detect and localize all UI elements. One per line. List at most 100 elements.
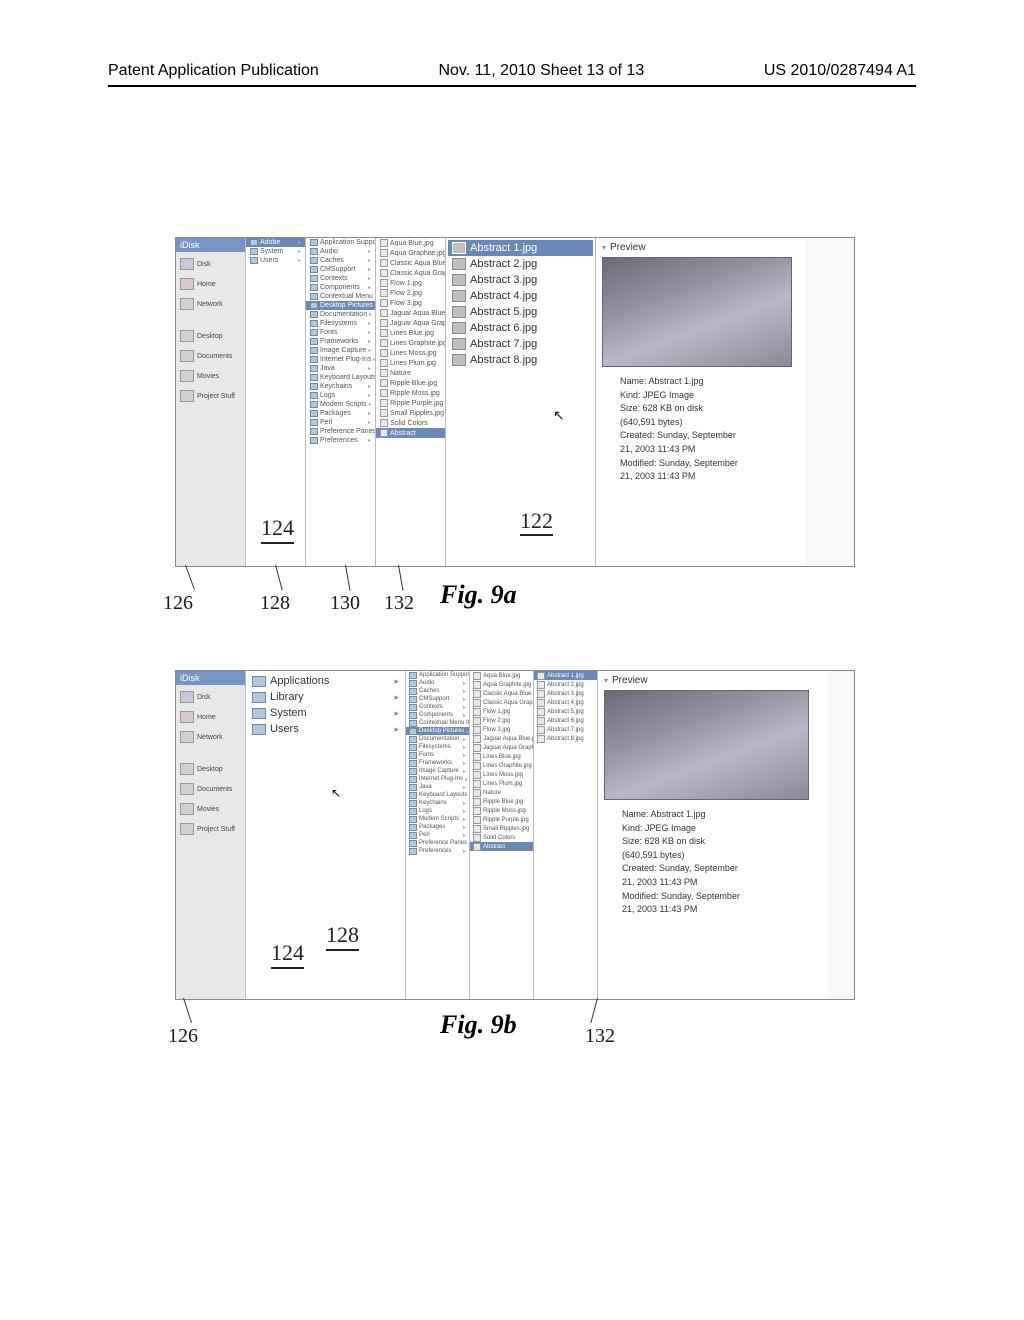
file-item[interactable]: Abstract 5.jpg bbox=[448, 304, 593, 320]
col-row[interactable]: Contexts▸ bbox=[306, 274, 375, 283]
col-row[interactable]: Contexts▸ bbox=[406, 703, 469, 711]
col-row[interactable]: Contextual Menu Items▸ bbox=[306, 292, 375, 301]
col-row[interactable]: Lines Plum.jpg bbox=[376, 358, 445, 368]
col-row[interactable]: Fonts▸ bbox=[406, 751, 469, 759]
col-row[interactable]: Desktop Pictures▸ bbox=[406, 727, 469, 735]
col-row[interactable]: Jaguar Aqua Blue.jpg bbox=[376, 308, 445, 318]
col-row[interactable]: Jaguar Aqua Blue.jpg bbox=[470, 734, 533, 743]
col-row[interactable]: Classic Aqua Graphite.jpg bbox=[470, 698, 533, 707]
sidebar-item-desktop[interactable]: Desktop bbox=[178, 759, 243, 779]
col-row[interactable]: Flow 1.jpg bbox=[376, 278, 445, 288]
col-row[interactable]: Frameworks▸ bbox=[306, 337, 375, 346]
col-row[interactable]: Lines Graphite.jpg bbox=[376, 338, 445, 348]
file-item[interactable]: Abstract 7.jpg bbox=[448, 336, 593, 352]
col-row[interactable]: Components▸ bbox=[306, 283, 375, 292]
col-row[interactable]: Flow 2.jpg bbox=[470, 716, 533, 725]
col-row[interactable]: Caches▸ bbox=[306, 256, 375, 265]
col-row[interactable]: Flow 3.jpg bbox=[376, 298, 445, 308]
col-row[interactable]: Caches▸ bbox=[406, 687, 469, 695]
col-row[interactable]: Abstract 2.jpg bbox=[534, 680, 597, 689]
sidebar-item-home[interactable]: Home bbox=[178, 707, 243, 727]
col-row[interactable]: Classic Aqua Graphite.jpg bbox=[376, 268, 445, 278]
col-row[interactable]: Nature bbox=[376, 368, 445, 378]
col-row[interactable]: Ripple Purple.jpg bbox=[376, 398, 445, 408]
col-row[interactable]: Lines Blue.jpg bbox=[470, 752, 533, 761]
col-row[interactable]: Documentation▸ bbox=[406, 735, 469, 743]
col-row[interactable]: Logs▸ bbox=[306, 391, 375, 400]
col-row[interactable]: Adobe▸ bbox=[246, 238, 305, 247]
col-row[interactable]: Packages▸ bbox=[406, 823, 469, 831]
col-row[interactable]: Logs▸ bbox=[406, 807, 469, 815]
col-row[interactable]: Image Capture▸ bbox=[306, 346, 375, 355]
col-row[interactable]: Classic Aqua Blue.jpg bbox=[470, 689, 533, 698]
col-row[interactable]: Flow 2.jpg bbox=[376, 288, 445, 298]
col-row[interactable]: CMSupport▸ bbox=[306, 265, 375, 274]
col-row[interactable]: Lines Moss.jpg bbox=[376, 348, 445, 358]
file-item[interactable]: Abstract 1.jpg bbox=[448, 240, 593, 256]
col-row[interactable]: Library▸ bbox=[246, 689, 405, 705]
col-row[interactable]: Flow 1.jpg bbox=[470, 707, 533, 716]
col-row[interactable]: Abstract 1.jpg bbox=[534, 671, 597, 680]
disclosure-triangle-icon[interactable]: ▾ bbox=[602, 243, 606, 252]
col-row[interactable]: Preferences▸ bbox=[406, 847, 469, 855]
col-row[interactable]: Lines Graphite.jpg bbox=[470, 761, 533, 770]
sidebar-item-project[interactable]: Project Stuff bbox=[178, 819, 243, 839]
sidebar-item-disk[interactable]: Disk bbox=[178, 254, 243, 274]
col-row[interactable]: Preferences▸ bbox=[306, 436, 375, 445]
col-row[interactable]: Abstract 8.jpg bbox=[534, 734, 597, 743]
col-row[interactable]: Ripple Purple.jpg bbox=[470, 815, 533, 824]
disclosure-triangle-icon[interactable]: ▾ bbox=[604, 676, 608, 685]
col-row[interactable]: Keyboard Layouts▸ bbox=[406, 791, 469, 799]
col-row[interactable]: Lines Moss.jpg bbox=[470, 770, 533, 779]
col-row[interactable]: Perl▸ bbox=[306, 418, 375, 427]
col-row[interactable]: Users▸ bbox=[246, 721, 405, 737]
col-row[interactable]: Internet Plug-Ins▸ bbox=[306, 355, 375, 364]
col-row[interactable]: Small Ripples.jpg bbox=[376, 408, 445, 418]
col-row[interactable]: Jaguar Aqua Graphite.jpg bbox=[376, 318, 445, 328]
col-row[interactable]: Modem Scripts▸ bbox=[406, 815, 469, 823]
col-row[interactable]: Keychains▸ bbox=[306, 382, 375, 391]
col-row[interactable]: Abstract 4.jpg bbox=[534, 698, 597, 707]
sidebar-item-network[interactable]: Network bbox=[178, 727, 243, 747]
col-row[interactable]: Users▸ bbox=[246, 256, 305, 265]
col-row[interactable]: Frameworks▸ bbox=[406, 759, 469, 767]
sidebar-item-network[interactable]: Network bbox=[178, 294, 243, 314]
sidebar-item-movies[interactable]: Movies bbox=[178, 366, 243, 386]
col-row[interactable]: Lines Blue.jpg bbox=[376, 328, 445, 338]
col-row[interactable]: Abstract bbox=[470, 842, 533, 851]
col-row[interactable]: Keychains▸ bbox=[406, 799, 469, 807]
sidebar-item-movies[interactable]: Movies bbox=[178, 799, 243, 819]
col-row[interactable]: Lines Plum.jpg bbox=[470, 779, 533, 788]
col-row[interactable]: Aqua Blue.jpg bbox=[470, 671, 533, 680]
col-row[interactable]: Aqua Blue.jpg bbox=[376, 238, 445, 248]
col-row[interactable]: Modem Scripts▸ bbox=[306, 400, 375, 409]
col-row[interactable]: Ripple Moss.jpg bbox=[470, 806, 533, 815]
col-row[interactable]: Solid Colors bbox=[470, 833, 533, 842]
col-row[interactable]: Image Capture▸ bbox=[406, 767, 469, 775]
sidebar-item-project[interactable]: Project Stuff bbox=[178, 386, 243, 406]
col-row[interactable]: Java▸ bbox=[306, 364, 375, 373]
col-row[interactable]: Perl▸ bbox=[406, 831, 469, 839]
sidebar-item-disk[interactable]: Disk bbox=[178, 687, 243, 707]
col-row[interactable]: Nature bbox=[470, 788, 533, 797]
col-row[interactable]: Application Support▸ bbox=[306, 238, 375, 247]
col-row[interactable]: Internet Plug-Ins▸ bbox=[406, 775, 469, 783]
sidebar-item-documents[interactable]: Documents bbox=[178, 346, 243, 366]
sidebar-item-documents[interactable]: Documents bbox=[178, 779, 243, 799]
col-row[interactable]: System▸ bbox=[246, 247, 305, 256]
col-row[interactable]: Applications▸ bbox=[246, 673, 405, 689]
sidebar-item-home[interactable]: Home bbox=[178, 274, 243, 294]
file-item[interactable]: Abstract 4.jpg bbox=[448, 288, 593, 304]
col-row[interactable]: Audio▸ bbox=[406, 679, 469, 687]
col-row[interactable]: Fonts▸ bbox=[306, 328, 375, 337]
file-item[interactable]: Abstract 6.jpg bbox=[448, 320, 593, 336]
col-row[interactable]: Contextual Menu Items▸ bbox=[406, 719, 469, 727]
col-row[interactable]: Classic Aqua Blue.jpg bbox=[376, 258, 445, 268]
file-item[interactable]: Abstract 3.jpg bbox=[448, 272, 593, 288]
col-row[interactable]: Aqua Graphite.jpg bbox=[470, 680, 533, 689]
col-row[interactable]: Ripple Moss.jpg bbox=[376, 388, 445, 398]
col-row[interactable]: Aqua Graphite.jpg bbox=[376, 248, 445, 258]
col-row[interactable]: Preference Panes▸ bbox=[306, 427, 375, 436]
sidebar-item-desktop[interactable]: Desktop bbox=[178, 326, 243, 346]
col-row[interactable]: System▸ bbox=[246, 705, 405, 721]
